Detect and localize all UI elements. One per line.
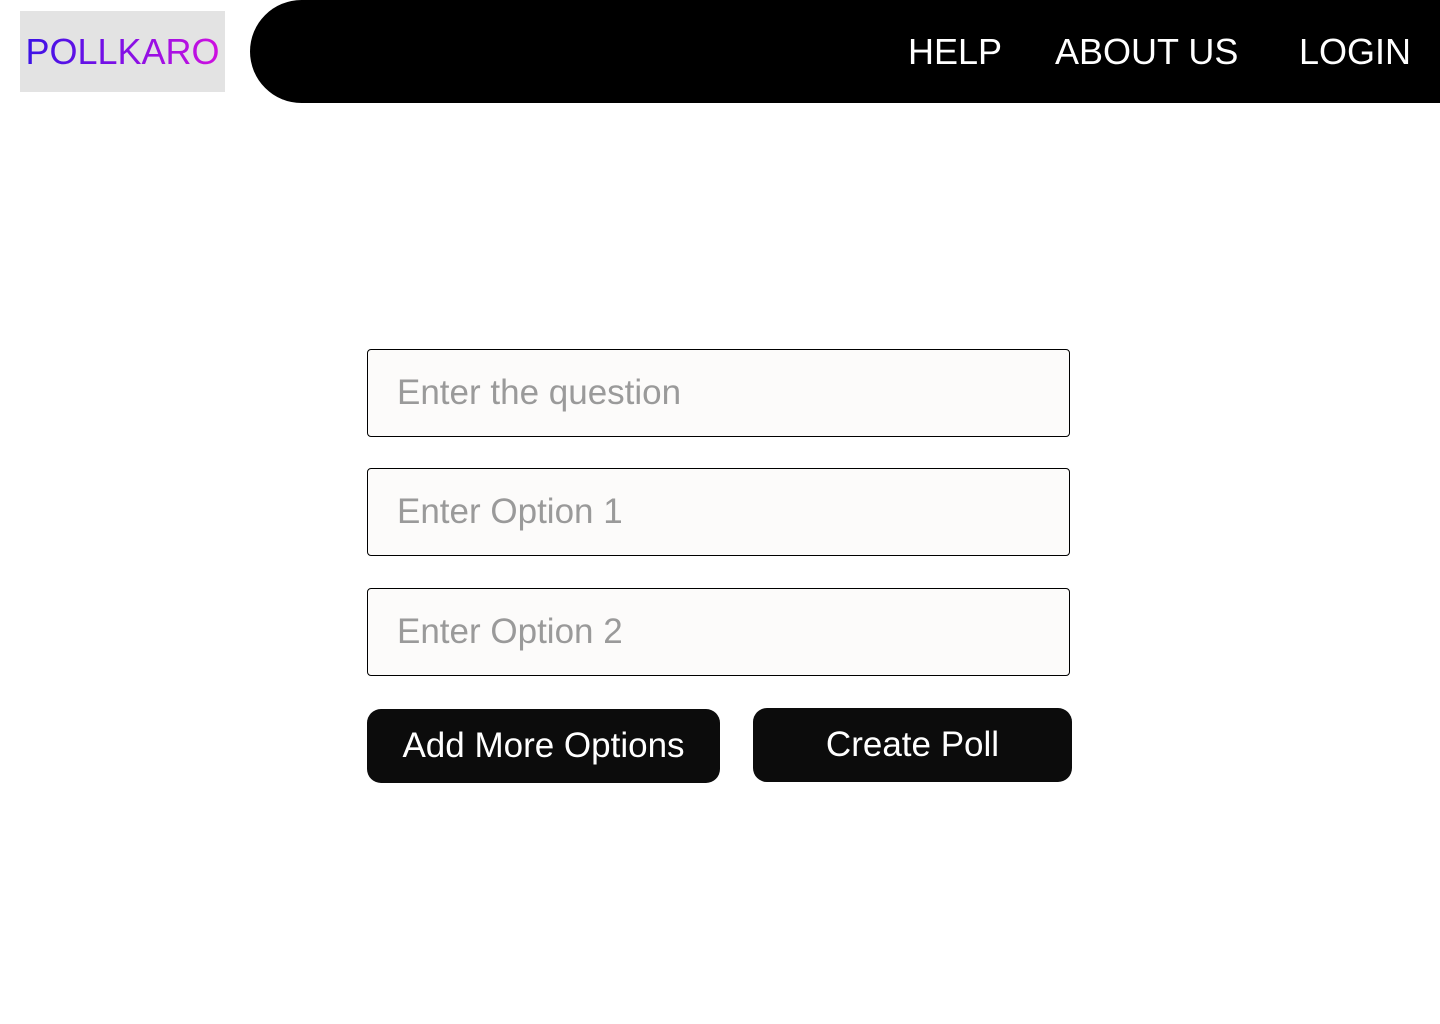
create-poll-button[interactable]: Create Poll: [753, 708, 1072, 782]
logo[interactable]: POLLKARO: [20, 11, 225, 92]
add-more-options-button[interactable]: Add More Options: [367, 709, 720, 783]
nav-link-about-us[interactable]: ABOUT US: [1055, 30, 1238, 74]
option-1-input[interactable]: [367, 468, 1070, 556]
option-2-input[interactable]: [367, 588, 1070, 676]
question-input[interactable]: [367, 349, 1070, 437]
nav-link-help[interactable]: HELP: [908, 30, 1002, 74]
top-navbar: HELP ABOUT US LOGIN: [250, 0, 1440, 103]
logo-text: POLLKARO: [25, 30, 220, 72]
page: POLLKARO HELP ABOUT US LOGIN Add More Op…: [0, 0, 1440, 1024]
nav-link-login[interactable]: LOGIN: [1299, 30, 1411, 74]
